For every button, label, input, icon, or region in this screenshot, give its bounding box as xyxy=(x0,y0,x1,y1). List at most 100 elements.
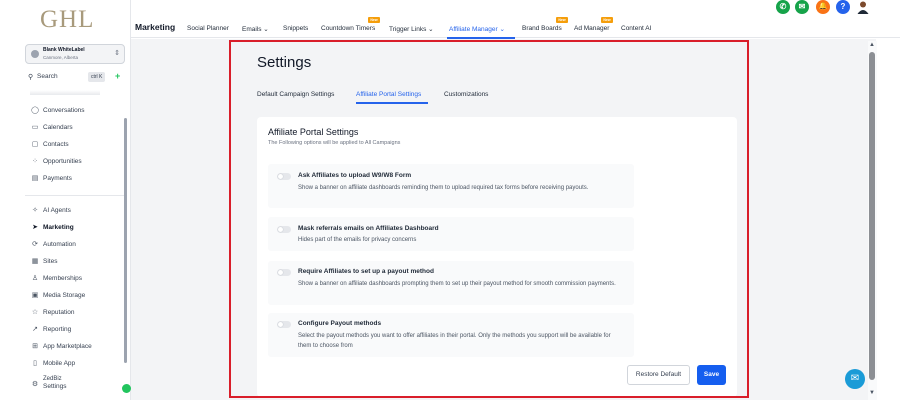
star-icon: ☆ xyxy=(31,309,39,316)
toggle-mask-referral-emails[interactable] xyxy=(277,226,291,233)
option-description: Show a banner on affiliate dashboards pr… xyxy=(298,281,616,287)
option-title: Mask referrals emails on Affiliates Dash… xyxy=(298,225,439,232)
scroll-up-icon[interactable]: ▲ xyxy=(869,42,875,48)
save-button[interactable]: Save xyxy=(697,365,726,385)
sidebar: GHL Blank WhiteLabel Canmore, Alberta ⇕ … xyxy=(0,0,131,400)
sidebar-item-app-marketplace[interactable]: ⊞ App Marketplace xyxy=(30,342,125,354)
sidebar-item-label: Media Storage xyxy=(43,292,86,299)
sidebar-item-memberships[interactable]: ♙ Memberships xyxy=(30,274,125,286)
sidebar-item-label: Payments xyxy=(43,175,72,182)
sidebar-item-label: Contacts xyxy=(43,141,69,148)
scroll-down-icon[interactable]: ▼ xyxy=(869,390,875,396)
gear-icon: ⚙ xyxy=(31,381,39,388)
sidebar-item-label: Automation xyxy=(43,241,76,248)
sidebar-item-ai-agents[interactable]: ✧ AI Agents xyxy=(30,206,125,218)
sidebar-item-label: AI Agents xyxy=(43,207,71,214)
sidebar-item-label: Reporting xyxy=(43,326,72,333)
search-shortcut: ctrl K xyxy=(88,72,106,82)
membership-icon: ♙ xyxy=(31,275,39,282)
option-description: Select the payout methods you want to of… xyxy=(298,333,611,349)
toggle-w9-w8-form[interactable] xyxy=(277,173,291,180)
sidebar-item-mobile-app[interactable]: ▯ Mobile App xyxy=(30,359,125,371)
option-description: Show a banner on affiliate dashboards re… xyxy=(298,185,589,191)
option-title: Configure Payout methods xyxy=(298,320,382,327)
sidebar-item-marketing[interactable]: ➤ Marketing xyxy=(30,223,125,235)
tab-affiliate-portal-settings[interactable]: Affiliate Portal Settings xyxy=(356,91,421,98)
new-badge: New xyxy=(601,17,613,23)
sidebar-item-label: Memberships xyxy=(43,275,83,282)
sidebar-item-contacts[interactable]: ▢ Contacts xyxy=(30,140,125,152)
payments-icon: ▤ xyxy=(31,175,39,182)
sidebar-item-label: Settings xyxy=(43,383,67,390)
toggle-configure-payout-methods[interactable] xyxy=(277,321,291,328)
phone-icon[interactable]: ✆ xyxy=(776,0,790,14)
scrolled-item-fade xyxy=(30,90,100,95)
megaphone-icon[interactable]: ✉ xyxy=(795,0,809,14)
nav-snippets[interactable]: Snippets xyxy=(283,25,308,32)
sidebar-item-reputation[interactable]: ☆ Reputation xyxy=(30,308,125,320)
sidebar-item-opportunities[interactable]: ⁘ Opportunities xyxy=(30,157,125,169)
tab-customizations[interactable]: Customizations xyxy=(444,91,488,98)
nav-social-planner[interactable]: Social Planner xyxy=(187,25,229,32)
tab-default-campaign-settings[interactable]: Default Campaign Settings xyxy=(257,91,334,98)
chevron-updown-icon: ⇕ xyxy=(114,50,120,57)
brand-logo[interactable]: GHL xyxy=(40,6,94,34)
opportunities-icon: ⁘ xyxy=(32,158,38,165)
sidebar-search[interactable]: ⚲ Search ctrl K + xyxy=(28,71,128,84)
nav-emails[interactable]: Emails ⌄ xyxy=(242,25,269,33)
nav-content-ai[interactable]: Content AI xyxy=(621,25,651,32)
quick-add-icon[interactable]: + xyxy=(115,71,120,81)
sidebar-item-conversations[interactable]: ◯ Conversations xyxy=(30,106,125,118)
chat-widget-icon[interactable]: ✉ xyxy=(845,369,865,389)
new-badge: New xyxy=(556,17,568,23)
panel-subtitle: The Following options will be applied to… xyxy=(268,140,401,146)
sidebar-divider xyxy=(25,195,125,196)
automation-icon: ⟳ xyxy=(32,241,38,248)
option-description: Hides part of the emails for privacy con… xyxy=(298,237,417,243)
sidebar-item-label: Reputation xyxy=(43,309,75,316)
sidebar-item-label: ZedBiz xyxy=(43,376,62,382)
restore-default-button[interactable]: Restore Default xyxy=(627,365,690,385)
avatar[interactable] xyxy=(856,0,870,14)
sidebar-item-sites[interactable]: ▦ Sites xyxy=(30,257,125,269)
chat-icon: ◯ xyxy=(31,107,39,114)
sidebar-item-label: Opportunities xyxy=(43,158,82,165)
section-title: Marketing xyxy=(135,22,176,32)
nav-affiliate-manager[interactable]: Affiliate Manager ⌄ xyxy=(449,25,505,33)
account-switcher[interactable]: Blank WhiteLabel Canmore, Alberta ⇕ xyxy=(25,44,125,64)
mobile-icon: ▯ xyxy=(33,360,37,367)
sidebar-item-reporting[interactable]: ↗ Reporting xyxy=(30,325,125,337)
nav-ad-manager[interactable]: Ad Manager xyxy=(574,25,609,32)
sidebar-scrollbar[interactable] xyxy=(124,118,127,363)
sidebar-item-calendars[interactable]: ▭ Calendars xyxy=(30,123,125,135)
active-tab-indicator xyxy=(356,102,428,104)
chart-line-icon: ↗ xyxy=(32,326,38,333)
option-title: Require Affiliates to set up a payout me… xyxy=(298,268,434,275)
status-dot xyxy=(122,384,131,393)
bell-icon[interactable]: 🔔 xyxy=(816,0,830,14)
grid-icon: ⊞ xyxy=(32,343,38,350)
image-icon: ▣ xyxy=(31,292,39,299)
sidebar-item-payments[interactable]: ▤ Payments xyxy=(30,174,125,186)
calendar-icon: ▭ xyxy=(31,124,39,131)
sidebar-item-label: Sites xyxy=(43,258,58,265)
top-navbar: Marketing Social Planner Emails ⌄ Snippe… xyxy=(131,0,900,39)
nav-trigger-links[interactable]: Trigger Links ⌄ xyxy=(389,25,434,33)
sidebar-item-label: App Marketplace xyxy=(43,343,92,350)
sidebar-item-label: Calendars xyxy=(43,124,73,131)
sidebar-item-media-storage[interactable]: ▣ Media Storage xyxy=(30,291,125,303)
toggle-require-payout-method[interactable] xyxy=(277,269,291,276)
send-icon: ➤ xyxy=(32,224,38,231)
nav-countdown-timers[interactable]: Countdown Timers xyxy=(321,25,375,32)
page-title: Settings xyxy=(257,54,312,71)
sidebar-item-automation[interactable]: ⟳ Automation xyxy=(30,240,125,252)
option-title: Ask Affiliates to upload W9/W8 Form xyxy=(298,172,412,179)
sidebar-item-settings[interactable]: ⚙ ZedBiz Settings xyxy=(30,376,125,394)
sidebar-item-label: Marketing xyxy=(43,224,74,231)
nav-brand-boards[interactable]: Brand Boards xyxy=(522,25,562,32)
option-w9-w8-form: Ask Affiliates to upload W9/W8 Form Show… xyxy=(268,164,634,208)
account-location: Canmore, Alberta xyxy=(43,55,79,60)
sparkle-icon: ✧ xyxy=(32,207,38,214)
help-icon[interactable]: ? xyxy=(836,0,850,14)
main-scrollbar-thumb[interactable] xyxy=(869,52,875,380)
